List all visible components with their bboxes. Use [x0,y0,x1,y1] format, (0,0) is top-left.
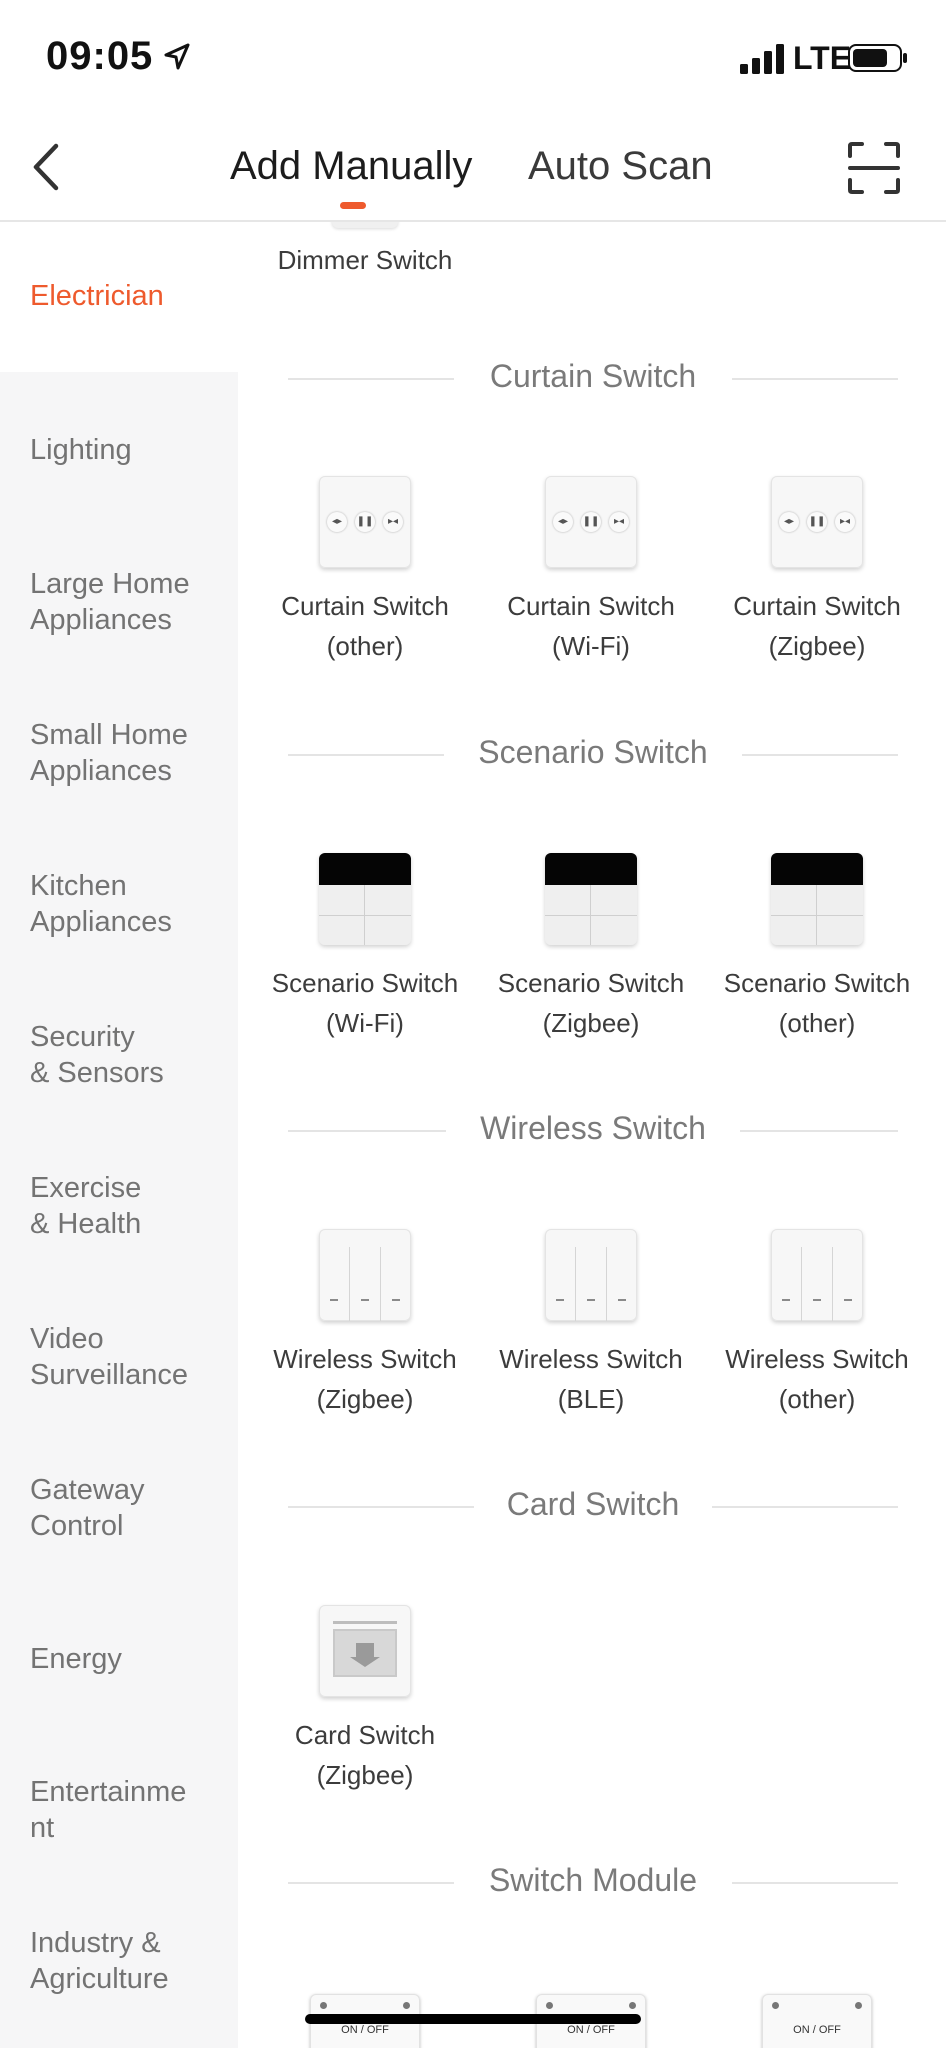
device-label: Scenario Switch (Zigbee) [497,968,685,1038]
wireless-switch-icon [545,1229,637,1321]
device-label: Dimmer Switch [277,245,453,275]
section-header-card-switch: Card Switch [288,1486,898,1526]
section-title: Scenario Switch [288,734,898,771]
section-header-wireless-switch: Wireless Switch [288,1110,898,1150]
section-title: Switch Module [288,1862,898,1899]
curtain-switch-icon: ◂▸ ❚❚ ▸◂ [545,476,637,568]
sidebar-item-kitchen-appliances[interactable]: Kitchen Appliances [30,868,230,940]
category-sidebar: Electrician Lighting Large Home Applianc… [0,222,238,2048]
location-arrow-icon [164,43,190,70]
device-label: Wireless Switch (BLE) [499,1344,683,1414]
device-label: Card Switch (Zigbee) [294,1720,436,1790]
module-label: ON / OFF [567,2024,615,2036]
section-title: Wireless Switch [288,1110,898,1147]
module-label: ON / OFF [793,2024,841,2036]
device-list: Dimmer Switch Curtain Switch ◂▸ ❚❚ ▸◂ Curt… [238,222,946,2048]
home-indicator[interactable] [305,2014,641,2024]
sidebar-item-security-sensors[interactable]: Security & Sensors [30,1019,230,1091]
device-wireless-switch-ble[interactable]: Wireless Switch (BLE) [478,1229,704,1419]
device-label: Curtain Switch (Zigbee) [733,591,901,661]
section-header-curtain-switch: Curtain Switch [288,358,898,398]
section-title: Card Switch [288,1486,898,1523]
header: Add Manually Auto Scan [0,110,946,222]
back-chevron-icon[interactable] [28,142,64,192]
device-scenario-switch-zigbee[interactable]: Scenario Switch (Zigbee) [478,853,704,1043]
sidebar-item-electrician[interactable]: Electrician [30,278,230,314]
device-scenario-switch-other[interactable]: Scenario Switch (other) [704,853,930,1043]
scenario-switch-icon [319,853,411,945]
device-label: Curtain Switch (other) [281,591,449,661]
active-tab-indicator [340,202,366,209]
tab-add-manually[interactable]: Add Manually [230,144,472,189]
device-label: Curtain Switch (Wi-Fi) [507,591,675,661]
device-label: Wireless Switch (other) [725,1344,909,1414]
wireless-switch-icon [319,1229,411,1321]
device-curtain-switch-wifi[interactable]: ◂▸ ❚❚ ▸◂ Curtain Switch (Wi-Fi) [478,476,704,666]
device-label: Scenario Switch (Wi-Fi) [271,968,459,1038]
sidebar-item-industry-agriculture[interactable]: Industry & Agriculture [30,1925,230,1997]
section-title: Curtain Switch [288,358,898,395]
curtain-switch-icon: ◂▸ ❚❚ ▸◂ [319,476,411,568]
device-curtain-switch-other[interactable]: ◂▸ ❚❚ ▸◂ Curtain Switch (other) [252,476,478,666]
battery-icon [848,44,907,72]
status-time: 09:05 [46,34,154,78]
sidebar-item-large-home-appliances[interactable]: Large Home Appliances [30,566,230,638]
device-dimmer-switch[interactable]: Dimmer Switch [252,222,478,280]
section-header-scenario-switch: Scenario Switch [288,734,898,774]
sidebar-item-small-home-appliances[interactable]: Small Home Appliances [30,717,230,789]
cellular-signal-icon [740,44,784,74]
network-type: LTE [793,40,852,76]
tab-auto-scan[interactable]: Auto Scan [528,144,713,189]
status-bar: 09:05 LTE [0,0,946,110]
device-label: Wireless Switch (Zigbee) [273,1344,457,1414]
device-label: Scenario Switch (other) [723,968,911,1038]
sidebar-item-energy[interactable]: Energy [30,1641,230,1677]
section-header-switch-module: Switch Module [288,1862,898,1902]
sidebar-item-entertainment[interactable]: Entertainme nt [30,1774,230,1846]
sidebar-item-exercise-health[interactable]: Exercise & Health [30,1170,230,1242]
sidebar-item-video-surveillance[interactable]: Video Surveillance [30,1321,230,1393]
device-scenario-switch-wifi[interactable]: Scenario Switch (Wi-Fi) [252,853,478,1043]
card-switch-icon [319,1605,411,1697]
sidebar-item-lighting[interactable]: Lighting [30,432,230,468]
switch-module-icon[interactable]: ON / OFF [762,1994,872,2048]
sidebar-item-gateway-control[interactable]: Gateway Control [30,1472,230,1544]
device-wireless-switch-other[interactable]: Wireless Switch (other) [704,1229,930,1419]
wireless-switch-icon [771,1229,863,1321]
scenario-switch-icon [545,853,637,945]
device-wireless-switch-zigbee[interactable]: Wireless Switch (Zigbee) [252,1229,478,1419]
device-curtain-switch-zigbee[interactable]: ◂▸ ❚❚ ▸◂ Curtain Switch (Zigbee) [704,476,930,666]
scenario-switch-icon [771,853,863,945]
qr-scan-icon[interactable] [846,140,902,196]
module-label: ON / OFF [341,2024,389,2036]
dimmer-switch-icon [332,222,398,228]
device-card-switch-zigbee[interactable]: Card Switch (Zigbee) [252,1605,478,1795]
curtain-switch-icon: ◂▸ ❚❚ ▸◂ [771,476,863,568]
